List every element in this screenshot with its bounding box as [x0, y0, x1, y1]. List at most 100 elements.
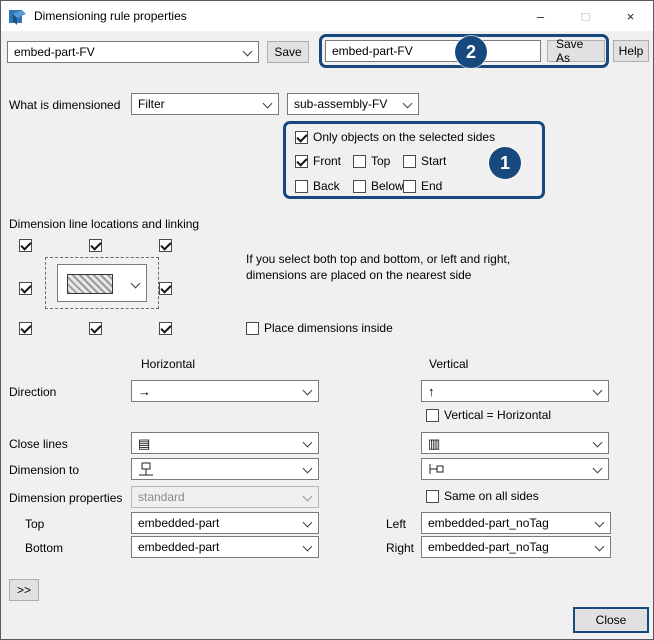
side-below-checkbox[interactable] — [353, 179, 366, 193]
direction-horizontal-combo[interactable]: → — [131, 380, 319, 402]
side-below-label: Below — [371, 179, 404, 193]
dimension-properties-combo: standard — [131, 486, 319, 508]
chevron-down-icon — [592, 463, 603, 474]
right-properties-combo[interactable]: embedded-part_noTag — [421, 536, 611, 558]
help-button[interactable]: Help — [613, 40, 649, 62]
left-row-label: Left — [386, 517, 407, 531]
vertical-column-header: Vertical — [429, 357, 469, 371]
location-top-right-checkbox[interactable] — [159, 239, 172, 252]
top-properties-combo[interactable]: embedded-part — [131, 512, 319, 534]
left-properties-combo[interactable]: embedded-part_noTag — [421, 512, 611, 534]
location-bottom-left-checkbox[interactable] — [19, 322, 32, 335]
only-selected-sides-checkbox[interactable] — [295, 130, 308, 144]
direction-label: Direction — [9, 385, 57, 399]
dimensioned-type-combo[interactable]: Filter — [131, 93, 279, 115]
chevron-down-icon — [302, 437, 313, 448]
filter-value: sub-assembly-FV — [294, 97, 388, 111]
side-start-label: Start — [421, 154, 447, 168]
close-button[interactable]: Close — [573, 607, 649, 633]
side-end-row: End — [403, 179, 442, 193]
expand-button[interactable]: >> — [9, 579, 39, 601]
save-as-button[interactable]: Save As — [547, 37, 605, 65]
dimension-to-horizontal-combo[interactable] — [131, 458, 319, 480]
locations-label: Dimension line locations and linking — [9, 217, 200, 231]
close-lines-vertical-icon: ▥ — [428, 435, 441, 451]
location-mid-left-checkbox[interactable] — [19, 282, 32, 295]
window-title: Dimensioning rule properties — [34, 9, 187, 23]
linking-preview-combo[interactable] — [57, 264, 147, 302]
dimensioning-rule-properties-dialog: Dimensioning rule properties – □ × embed… — [0, 0, 654, 640]
bottom-properties-value: embedded-part — [138, 540, 220, 554]
what-dimensioned-label: What is dimensioned — [9, 98, 121, 112]
bottom-row-label: Bottom — [25, 541, 64, 555]
side-start-row: Start — [403, 154, 446, 168]
dimension-to-horizontal-icon — [139, 462, 153, 476]
place-dimensions-inside-checkbox[interactable] — [246, 321, 259, 335]
location-mid-right-checkbox[interactable] — [159, 282, 172, 295]
nearest-side-note: If you select both top and bottom, or le… — [246, 252, 511, 283]
dimensioned-type-value: Filter — [138, 97, 165, 111]
side-back-row: Back — [295, 179, 340, 193]
rule-name-value: embed-part-FV — [332, 44, 413, 58]
chevron-down-icon — [302, 491, 313, 502]
right-properties-value: embedded-part_noTag — [428, 540, 549, 554]
side-start-checkbox[interactable] — [403, 154, 416, 168]
place-dimensions-inside-label: Place dimensions inside — [264, 321, 393, 335]
top-properties-value: embedded-part — [138, 516, 220, 530]
bottom-properties-combo[interactable]: embedded-part — [131, 536, 319, 558]
horizontal-column-header: Horizontal — [141, 357, 196, 371]
rule-name-input[interactable]: embed-part-FV — [325, 40, 541, 62]
right-row-label: Right — [386, 541, 415, 555]
vertical-equals-horizontal-checkbox[interactable] — [426, 408, 439, 422]
chevron-down-icon — [402, 98, 413, 109]
dimension-to-vertical-combo[interactable] — [421, 458, 609, 480]
side-front-row: Front — [295, 154, 341, 168]
location-top-center-checkbox[interactable] — [89, 239, 102, 252]
side-front-checkbox[interactable] — [295, 154, 308, 168]
filter-combo[interactable]: sub-assembly-FV — [287, 93, 419, 115]
side-top-checkbox[interactable] — [353, 154, 366, 168]
location-bottom-right-checkbox[interactable] — [159, 322, 172, 335]
app-logo-icon — [9, 9, 26, 25]
window-controls: – □ × — [518, 1, 653, 31]
dimension-properties-label: Dimension properties — [9, 491, 123, 505]
save-button[interactable]: Save — [267, 41, 309, 63]
close-window-button[interactable]: × — [608, 1, 653, 31]
side-top-label: Top — [371, 154, 391, 168]
rule-select-combo[interactable]: embed-part-FV — [7, 41, 259, 63]
hatched-part-icon — [67, 274, 113, 294]
side-back-checkbox[interactable] — [295, 179, 308, 193]
chevron-down-icon — [592, 437, 603, 448]
annotation-step-1: 1 — [489, 147, 521, 179]
arrow-up-icon: ↑ — [428, 383, 435, 399]
rule-select-value: embed-part-FV — [14, 45, 95, 59]
chevron-down-icon — [242, 46, 253, 57]
vertical-equals-horizontal-label: Vertical = Horizontal — [444, 408, 552, 422]
location-top-left-checkbox[interactable] — [19, 239, 32, 252]
same-on-all-sides-row: Same on all sides — [426, 489, 539, 503]
side-end-checkbox[interactable] — [403, 179, 416, 193]
close-lines-vertical-combo[interactable]: ▥ — [421, 432, 609, 454]
vertical-equals-row: Vertical = Horizontal — [426, 408, 551, 422]
side-end-label: End — [421, 179, 443, 193]
chevron-down-icon — [302, 385, 313, 396]
same-on-all-sides-checkbox[interactable] — [426, 489, 439, 503]
direction-vertical-combo[interactable]: ↑ — [421, 380, 609, 402]
location-bottom-center-checkbox[interactable] — [89, 322, 102, 335]
dimension-to-vertical-icon — [429, 464, 444, 474]
place-inside-row: Place dimensions inside — [246, 321, 393, 335]
side-back-label: Back — [313, 179, 340, 193]
same-on-all-sides-label: Same on all sides — [444, 489, 539, 503]
chevron-down-icon — [302, 517, 313, 528]
minimize-button[interactable]: – — [518, 1, 563, 31]
arrow-right-icon: → — [138, 383, 151, 399]
dimension-properties-value: standard — [138, 490, 185, 504]
close-lines-horizontal-combo[interactable]: ▤ — [131, 432, 319, 454]
chevron-down-icon — [262, 98, 273, 109]
only-selected-sides-row: Only objects on the selected sides — [295, 130, 495, 144]
annotation-step-2: 2 — [455, 36, 487, 68]
maximize-button[interactable]: □ — [563, 1, 608, 31]
close-lines-label: Close lines — [9, 437, 68, 451]
chevron-down-icon — [594, 541, 605, 552]
chevron-down-icon — [302, 541, 313, 552]
